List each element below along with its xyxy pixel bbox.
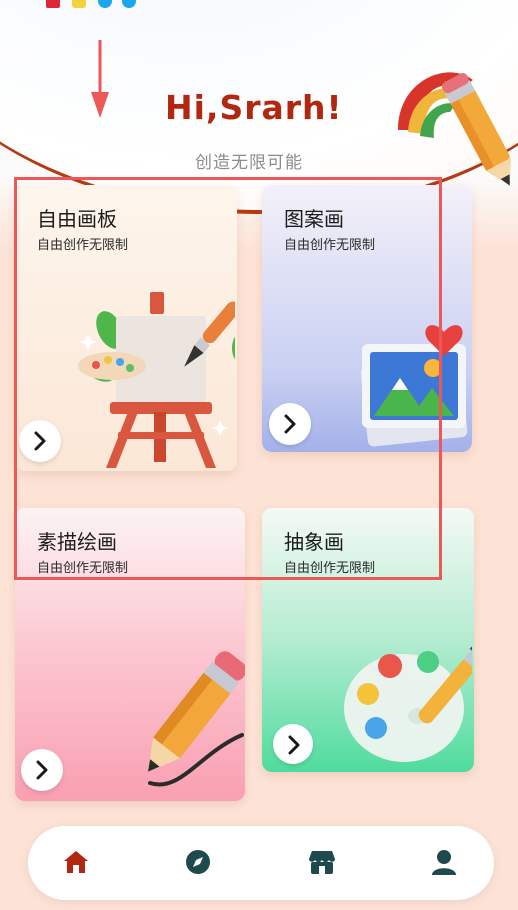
card-title: 抽象画 [284,530,344,554]
nav-home[interactable] [58,844,94,880]
nav-store[interactable] [304,844,340,880]
card-title: 自由画板 [37,207,117,231]
nav-discover[interactable] [180,844,216,880]
greeting-title: Hi,Srarh! [165,88,343,127]
card-sketch-drawing[interactable]: 素描绘画 自由创作无限制 [15,508,245,801]
status-icon [122,0,136,8]
nav-profile[interactable] [426,844,462,880]
card-abstract-painting[interactable]: 抽象画 自由创作无限制 [262,508,474,772]
status-icon [98,0,112,8]
palette-icon [344,642,472,762]
chevron-right-icon [288,735,300,755]
home-icon [64,851,88,873]
pencil-icon [148,651,245,787]
chevron-right-icon [36,760,48,780]
chevron-right-icon [284,414,296,434]
paintbrush-pencil-icon [398,72,511,186]
card-description: 自由创作无限制 [37,561,129,576]
open-card-button[interactable] [21,749,63,791]
greeting-subtitle: 创造无限可能 [195,153,303,173]
user-icon [432,850,456,875]
open-card-button[interactable] [19,420,61,462]
card-title: 图案画 [284,207,344,231]
card-description: 自由创作无限制 [284,238,376,253]
status-bar [0,0,518,8]
compass-icon [186,850,210,874]
status-icon [72,0,86,8]
card-pattern-drawing[interactable]: 图案画 自由创作无限制 [262,185,472,452]
easel-icon [78,292,235,468]
status-icon [46,0,60,8]
picture-frame-icon [360,325,468,447]
card-free-canvas[interactable]: 自由画板 自由创作无限制 [15,185,237,471]
chevron-right-icon [34,431,46,451]
home-screen: Hi,Srarh! 创造无限可能 自由画板 自由创作无限制 图案画 自由创作无限… [0,0,518,910]
store-icon [309,851,335,874]
bottom-nav [28,826,494,900]
down-arrow-icon [91,40,109,118]
card-description: 自由创作无限制 [284,561,376,576]
open-card-button[interactable] [273,724,313,764]
open-card-button[interactable] [269,403,311,445]
card-description: 自由创作无限制 [37,238,129,253]
card-title: 素描绘画 [37,530,117,554]
